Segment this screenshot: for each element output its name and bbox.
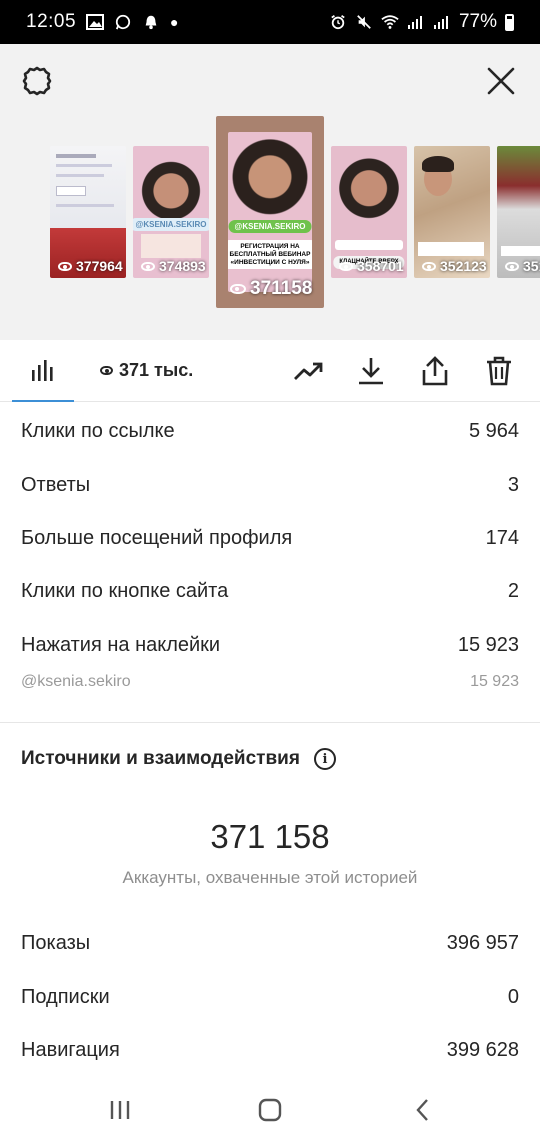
back-chevron-icon <box>416 1099 428 1121</box>
notification-dot-icon: ● <box>170 14 179 30</box>
eye-icon <box>339 261 353 271</box>
eye-icon <box>422 261 436 271</box>
metric-value: 0 <box>507 986 519 1008</box>
wifi-icon <box>381 15 399 29</box>
sticker-value: 15 923 <box>470 673 519 690</box>
metric-label: Клики по кнопке сайта <box>21 580 229 602</box>
sticker-detail-row: @ksenia.sekiro 15 923 <box>21 673 519 691</box>
metric-value: 5 964 <box>468 420 519 442</box>
metric-value: 3 <box>507 474 519 496</box>
metric-label: Нажатия на наклейки <box>21 634 221 656</box>
metric-label: Ответы <box>21 474 91 496</box>
recent-apps-icon <box>110 1101 130 1119</box>
delete-button[interactable] <box>482 354 516 388</box>
info-icon[interactable]: i <box>313 748 336 770</box>
story-view-count: 351 <box>505 258 540 274</box>
eye-icon <box>505 261 519 271</box>
tab-viewers[interactable]: 371 тыс. <box>100 360 193 381</box>
share-button[interactable] <box>418 354 452 388</box>
webinar-banner: РЕГИСТРАЦИЯ НА БЕСПЛАТНЫЙ ВЕБИНАР «ИНВЕС… <box>228 240 312 270</box>
metric-row: Ответы 3 <box>21 474 519 497</box>
trash-icon <box>487 356 511 386</box>
alarm-clock-icon <box>331 15 345 30</box>
metric-label: Показы <box>21 932 91 954</box>
insights-toolbar: 371 тыс. <box>0 340 540 402</box>
battery-percent: 77% <box>458 11 497 32</box>
metric-value: 399 628 <box>446 1039 519 1061</box>
home-icon <box>258 1098 282 1122</box>
metric-value: 15 923 <box>457 634 519 656</box>
status-time: 12:05 <box>26 11 77 32</box>
metric-value: 2 <box>507 580 519 602</box>
signal-icon <box>407 16 422 29</box>
metric-row: Подписки 0 <box>21 986 519 1009</box>
story-thumbnail[interactable]: 352123 <box>414 146 490 278</box>
sticker-label: @ksenia.sekiro <box>21 673 131 690</box>
metric-row: Показы 396 957 <box>21 932 519 955</box>
gallery-icon <box>86 14 105 30</box>
mention-sticker: @KSENIA.SEKIRO <box>133 218 209 231</box>
story-thumbnail[interactable]: 377964 <box>50 146 126 278</box>
section-title: Источники и взаимодействия i <box>21 748 336 770</box>
signal-icon-2 <box>433 16 448 29</box>
eye-icon <box>58 261 72 271</box>
mute-icon <box>357 15 371 29</box>
alarm-bell-icon <box>145 15 157 30</box>
system-nav-bar <box>0 1080 540 1140</box>
mention-sticker: @KSENIA.SEKIRO <box>228 220 312 233</box>
metric-label: Больше посещений профиля <box>21 527 293 549</box>
story-preview-strip: 377964 @KSENIA.SEKIRO 374893 @KSENIA.SEK… <box>0 44 540 340</box>
back-button[interactable] <box>408 1096 438 1124</box>
section-title-text: Источники и взаимодействия <box>21 748 300 769</box>
recent-apps-button[interactable] <box>105 1096 135 1124</box>
metric-row: Клики по ссылке 5 964 <box>21 420 519 443</box>
metric-label: Клики по ссылке <box>21 420 175 442</box>
metric-label: Подписки <box>21 986 110 1008</box>
whatsapp-icon <box>115 14 131 30</box>
section-divider <box>0 722 540 723</box>
promote-button[interactable] <box>292 354 326 388</box>
metric-row: Нажатия на наклейки 15 923 <box>21 634 519 657</box>
metric-label: Навигация <box>21 1039 120 1061</box>
share-icon <box>422 356 448 386</box>
story-view-count: 371158 <box>230 278 312 300</box>
story-view-count: 358701 <box>339 258 404 274</box>
trending-up-icon <box>294 362 323 380</box>
views-count-label: 371 тыс. <box>119 360 194 380</box>
metric-value: 396 957 <box>446 932 519 954</box>
story-view-count: 374893 <box>141 258 206 274</box>
eye-icon <box>100 366 113 375</box>
eye-icon <box>141 261 155 271</box>
story-thumbnail[interactable]: @KSENIA.SEKIRO 374893 <box>133 146 209 278</box>
metric-row: Больше посещений профиля 174 <box>21 527 519 550</box>
bar-chart-icon <box>32 360 53 381</box>
reach-count: 371 158 <box>210 818 330 855</box>
status-bar: 12:05 ● 77% <box>0 0 540 44</box>
story-thumbnail[interactable]: КЛАЦНАЙТЕ ВВЕРХ 358701 <box>331 146 407 278</box>
metric-row: Навигация 399 628 <box>21 1039 519 1062</box>
metric-row: Клики по кнопке сайта 2 <box>21 580 519 603</box>
metric-value: 174 <box>485 527 519 549</box>
battery-icon <box>505 13 514 31</box>
story-view-count: 352123 <box>422 258 487 274</box>
story-thumbnail-selected[interactable]: @KSENIA.SEKIRO РЕГИСТРАЦИЯ НА БЕСПЛАТНЫЙ… <box>216 116 324 308</box>
reach-caption: Аккаунты, охваченные этой историей <box>122 868 418 887</box>
story-view-count: 377964 <box>58 258 123 274</box>
tab-insights[interactable] <box>12 340 74 402</box>
eye-icon <box>230 284 246 294</box>
home-button[interactable] <box>255 1096 285 1124</box>
download-icon <box>359 358 383 385</box>
download-button[interactable] <box>354 354 388 388</box>
story-thumbnail[interactable]: 351 <box>497 146 540 278</box>
